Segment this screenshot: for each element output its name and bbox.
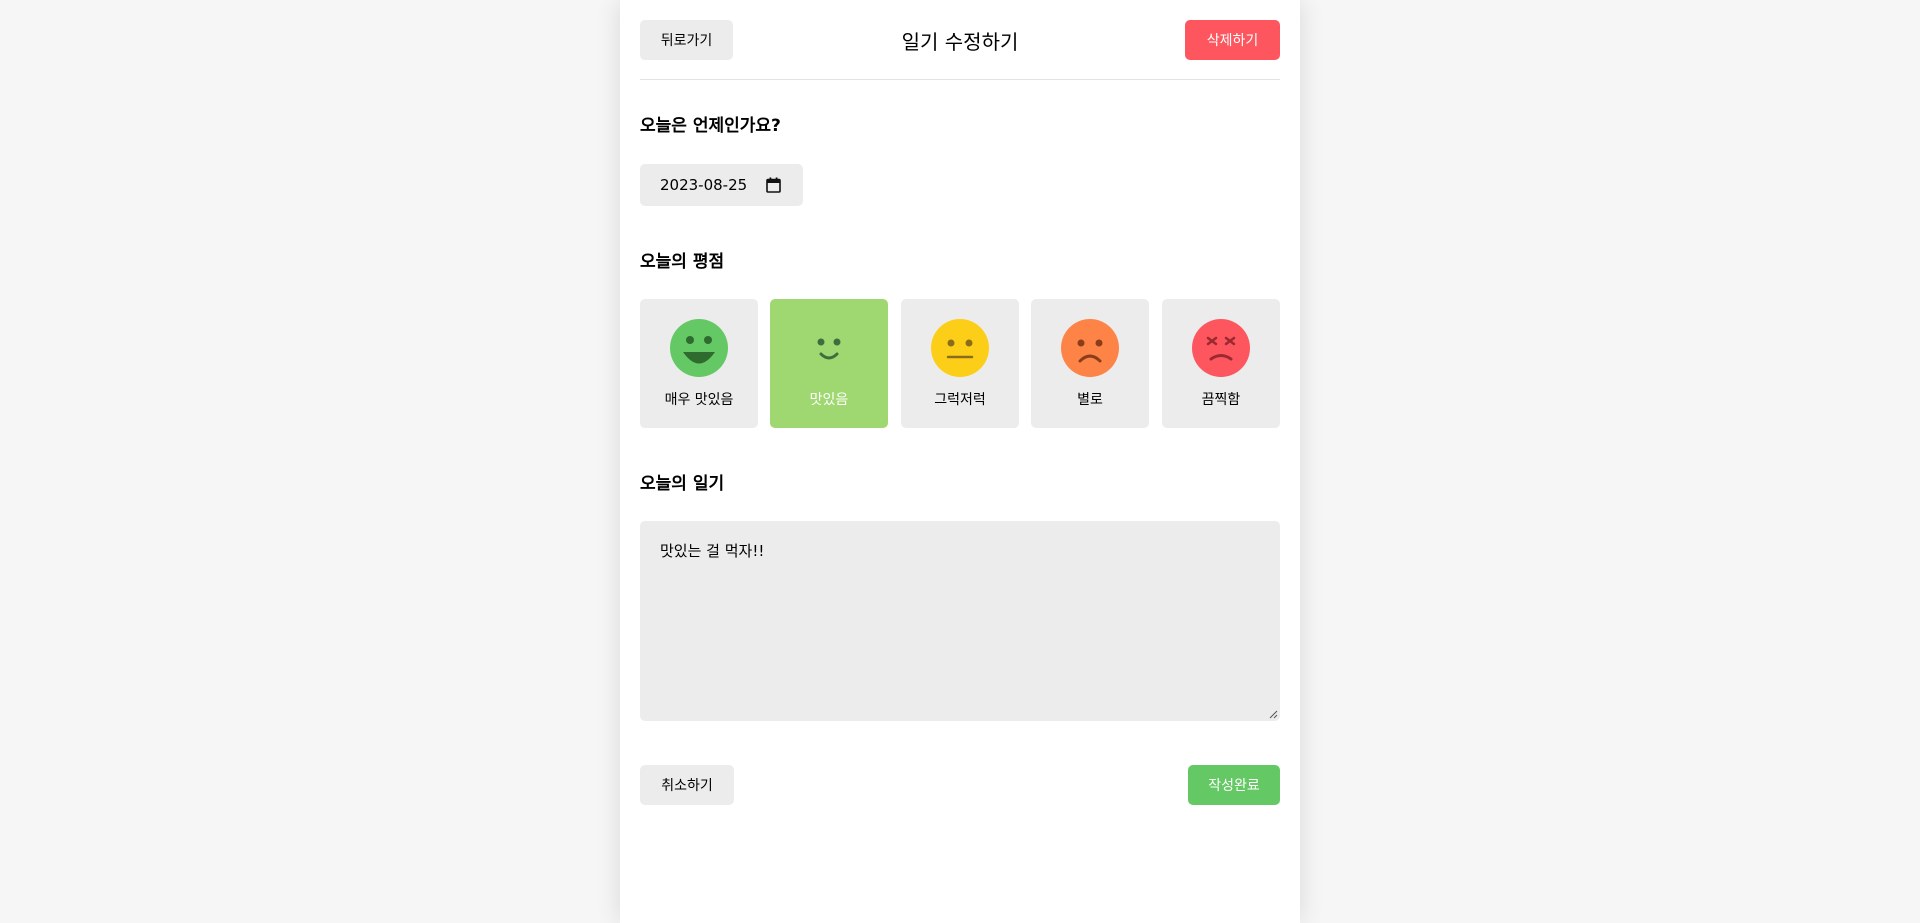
date-section-title: 오늘은 언제인가요?: [640, 116, 781, 136]
cancel-button[interactable]: 취소하기: [640, 765, 734, 805]
date-value: 2023-08-25: [660, 176, 748, 194]
emotion-label: 맛있음: [809, 392, 849, 408]
emotion-item-very-good[interactable]: 매우 맛있음: [640, 299, 758, 428]
resize-grip-icon[interactable]: [1268, 709, 1278, 719]
neutral-face-icon: [931, 319, 989, 377]
very-happy-face-icon: [670, 319, 728, 377]
header-divider: [640, 79, 1280, 80]
back-button[interactable]: 뒤로가기: [640, 20, 733, 60]
diary-content: 맛있는 걸 먹자!!: [660, 542, 765, 560]
emotion-item-bad[interactable]: 별로: [1031, 299, 1149, 428]
emotion-list: 매우 맛있음 맛있음 그럭저럭 별로 끔찍함: [640, 299, 1280, 428]
delete-button[interactable]: 삭제하기: [1185, 20, 1280, 60]
date-input[interactable]: 2023-08-25: [640, 164, 803, 206]
header: 뒤로가기 일기 수정하기 삭제하기: [640, 20, 1280, 60]
emotion-item-terrible[interactable]: 끔찍함: [1162, 299, 1280, 428]
diary-section-title: 오늘의 일기: [640, 474, 725, 494]
emotion-label: 별로: [1077, 392, 1103, 408]
sad-face-icon: [1061, 319, 1119, 377]
emotion-section-title: 오늘의 평점: [640, 252, 725, 272]
submit-button[interactable]: 작성완료: [1188, 765, 1280, 805]
angry-face-icon: [1192, 319, 1250, 377]
happy-face-icon: [800, 319, 858, 377]
page-title: 일기 수정하기: [901, 29, 1019, 54]
emotion-label: 끔찍함: [1201, 392, 1241, 408]
diary-editor: 뒤로가기 일기 수정하기 삭제하기 오늘은 언제인가요? 2023-08-25 …: [620, 0, 1300, 923]
emotion-item-neutral[interactable]: 그럭저럭: [901, 299, 1019, 428]
calendar-icon[interactable]: [766, 177, 781, 193]
emotion-item-good[interactable]: 맛있음: [770, 299, 888, 428]
emotion-label: 그럭저럭: [934, 392, 986, 408]
emotion-label: 매우 맛있음: [664, 392, 734, 408]
diary-textarea[interactable]: 맛있는 걸 먹자!!: [640, 521, 1280, 721]
